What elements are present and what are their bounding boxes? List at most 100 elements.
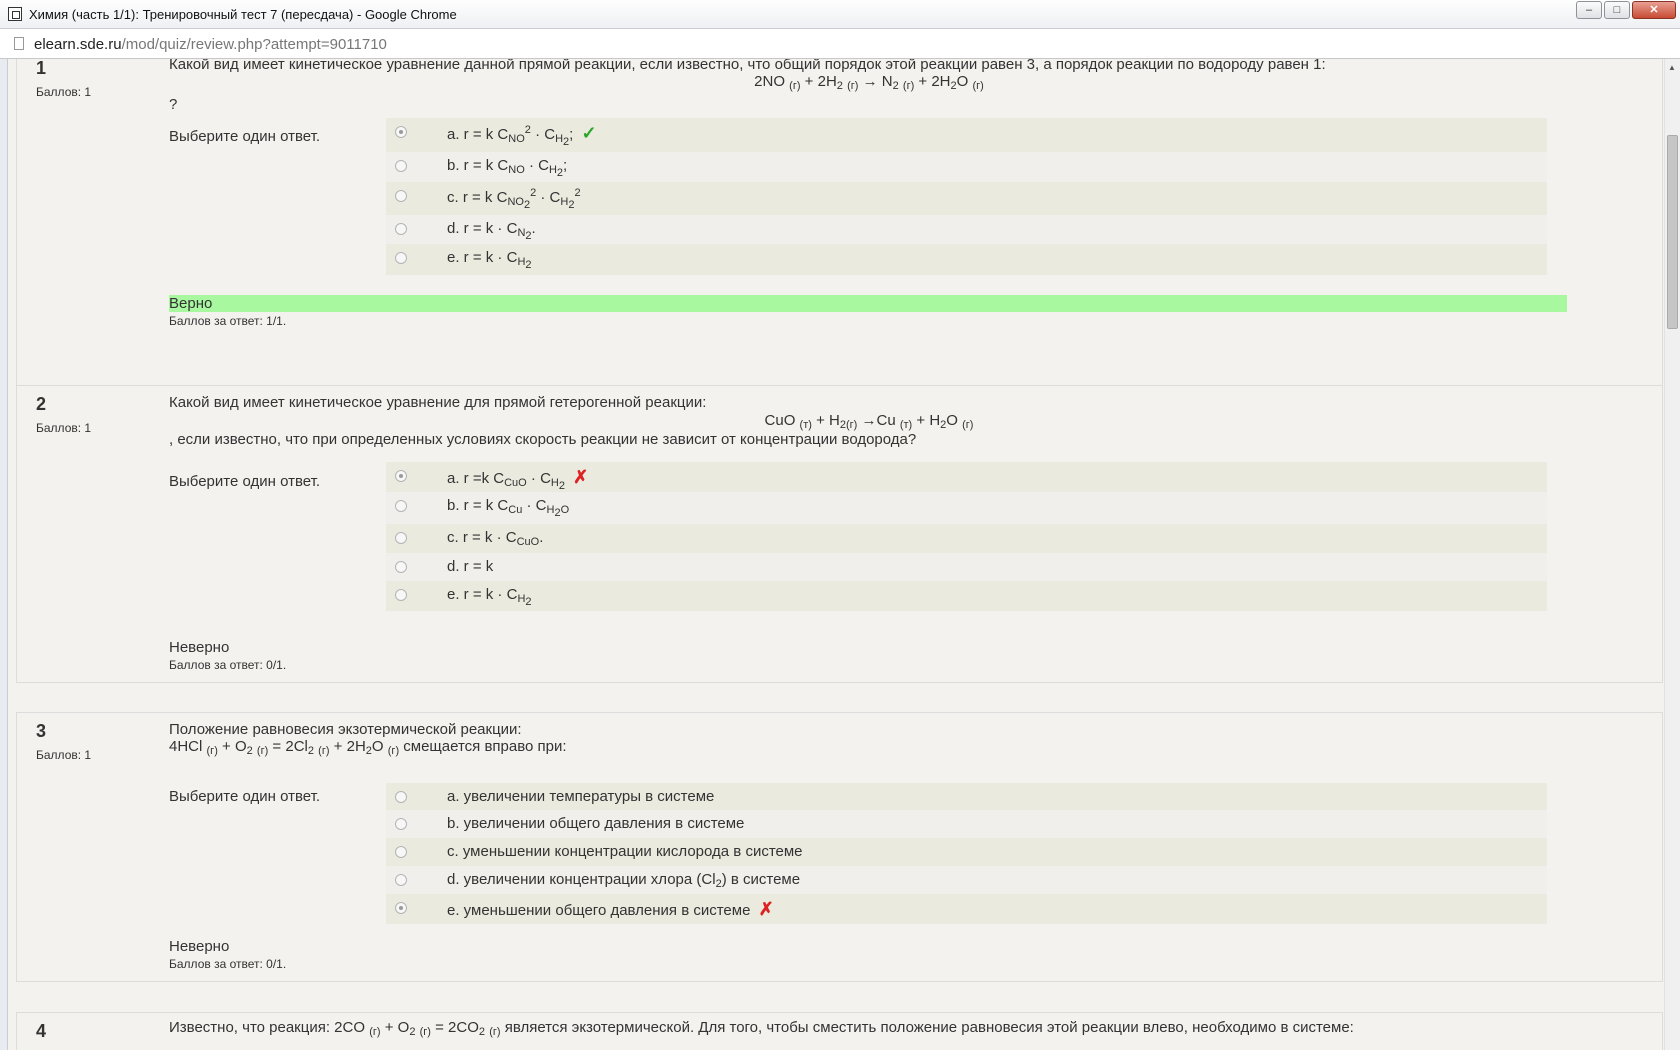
- answer-label: a. r =k CCuO · CH2 ✗: [447, 467, 589, 492]
- answer-label: c. уменьшении концентрации кислорода в с…: [447, 843, 803, 860]
- answer-label: d. увеличении концентрации хлора (Cl2) в…: [447, 871, 801, 890]
- question-number: 4: [36, 1021, 47, 1041]
- reaction-equation: 2NO (г) + 2H2 (г) → N2 (г) + 2H2O (г): [754, 73, 984, 92]
- answer-label-suffix: ) в системе: [721, 871, 801, 888]
- page-icon: [14, 37, 24, 50]
- question-number: 2: [36, 394, 47, 414]
- answer-option-e[interactable]: e. r = k · CH2: [386, 581, 1547, 611]
- answer-label: d. r = k · CN2.: [447, 220, 536, 242]
- answer-option-b[interactable]: b. r = k CCu · CH2O: [386, 492, 1547, 524]
- radio-button[interactable]: [395, 874, 407, 886]
- radio-button[interactable]: [395, 252, 407, 264]
- radio-button[interactable]: [395, 818, 407, 830]
- reaction-suffix: смещается вправо при:: [403, 738, 567, 755]
- answer-label-text: e. уменьшении общего давления в системе: [447, 902, 751, 919]
- url-path: /mod/quiz/review.php?attempt=9011710: [121, 36, 387, 53]
- question-text: Какой вид имеет кинетическое уравнение д…: [169, 394, 1569, 448]
- question-text: Известно, что реакция: 2CO (г) + O2 (г) …: [169, 1019, 1354, 1038]
- answer-label: a. увеличении температуры в системе: [447, 788, 715, 805]
- radio-button[interactable]: [395, 902, 407, 914]
- answer-prompt: Выберите один ответ.: [169, 128, 320, 145]
- answer-label: b. увеличении общего давления в системе: [447, 815, 745, 832]
- radio-button[interactable]: [395, 190, 407, 202]
- radio-button[interactable]: [395, 470, 407, 482]
- url-text[interactable]: elearn.sde.ru/mod/quiz/review.php?attemp…: [34, 36, 387, 53]
- reaction-equation: CuO (т) + H2(г) →Cu (т) + H2O (г): [764, 412, 974, 431]
- answer-option-e[interactable]: e. r = k · CH2: [386, 244, 1547, 275]
- window-left-border: [0, 59, 8, 1050]
- window-title: Химия (часть 1/1): Тренировочный тест 7 …: [29, 7, 457, 22]
- address-bar[interactable]: elearn.sde.ru/mod/quiz/review.php?attemp…: [0, 29, 1680, 59]
- reaction-equation: 4HCl (г) + O2 (г) = 2Cl2 (г) + 2H2O (г) …: [169, 738, 567, 757]
- answer-list: a. r =k CCuO · CH2 ✗ b. r = k CCu · CH2O…: [386, 462, 1547, 611]
- question-grade: Баллов: 1: [36, 748, 92, 762]
- answer-score: Баллов за ответ: 0/1.: [169, 658, 287, 672]
- question-info: 4: [36, 1021, 46, 1042]
- radio-button[interactable]: [395, 126, 407, 138]
- page-content: 1 Баллов: 1 Какой вид имеет кинетическое…: [8, 59, 1664, 1050]
- answer-prompt: Выберите один ответ.: [169, 788, 320, 805]
- window-controls: ‒ □ ✕: [1576, 1, 1676, 19]
- scroll-up-icon[interactable]: ▲: [1668, 63, 1676, 72]
- question-1: 1 Баллов: 1 Какой вид имеет кинетическое…: [16, 59, 1663, 415]
- vertical-scrollbar[interactable]: ▲: [1664, 59, 1680, 1050]
- cross-icon: ✗: [573, 467, 589, 487]
- answer-option-a[interactable]: a. r =k CCuO · CH2 ✗: [386, 462, 1547, 492]
- question-text: Какой вид имеет кинетическое уравнение д…: [169, 59, 1569, 113]
- close-button[interactable]: ✕: [1632, 1, 1676, 19]
- answer-label: d. r = k: [447, 558, 494, 575]
- maximize-button[interactable]: □: [1604, 1, 1630, 19]
- question-info: 2 Баллов: 1: [36, 394, 91, 435]
- window-titlebar: Химия (часть 1/1): Тренировочный тест 7 …: [0, 0, 1680, 29]
- answer-option-a[interactable]: a. r = k CNO2 · CH2; ✓: [386, 118, 1547, 152]
- radio-button[interactable]: [395, 846, 407, 858]
- check-icon: ✓: [581, 123, 597, 143]
- question-text-tail: ?: [169, 96, 178, 113]
- answer-label: b. r = k CNO · CH2;: [447, 157, 568, 179]
- question-text-line: Положение равновесия экзотермической реа…: [169, 721, 522, 738]
- answer-label: a. r = k CNO2 · CH2; ✓: [447, 123, 597, 148]
- answer-option-c[interactable]: c. r = k · CCuO.: [386, 524, 1547, 553]
- answer-list: a. увеличении температуры в системе b. у…: [386, 783, 1547, 924]
- answer-score: Баллов за ответ: 1/1.: [169, 314, 287, 328]
- minimize-button[interactable]: ‒: [1576, 1, 1602, 19]
- url-host: elearn.sde.ru: [34, 36, 122, 53]
- question-info: 3 Баллов: 1: [36, 721, 91, 762]
- question-text: Положение равновесия экзотермической реа…: [169, 721, 1569, 757]
- cross-icon: ✗: [758, 899, 774, 919]
- radio-button[interactable]: [395, 589, 407, 601]
- radio-button[interactable]: [395, 500, 407, 512]
- answer-score: Баллов за ответ: 0/1.: [169, 957, 287, 971]
- answer-option-d[interactable]: d. r = k · CN2.: [386, 215, 1547, 244]
- feedback-correct: Верно: [169, 295, 1567, 312]
- question-2: 2 Баллов: 1 Какой вид имеет кинетическое…: [16, 385, 1663, 683]
- radio-button[interactable]: [395, 561, 407, 573]
- answer-label: c. r = k CNO22 · CH22: [447, 187, 581, 211]
- answer-label: b. r = k CCu · CH2O: [447, 497, 570, 519]
- answer-list: a. r = k CNO2 · CH2; ✓ b. r = k CNO · CH…: [386, 118, 1547, 275]
- radio-button[interactable]: [395, 791, 407, 803]
- radio-button[interactable]: [395, 160, 407, 172]
- question-text-tail: , если известно, что при определенных ус…: [169, 431, 917, 448]
- answer-option-d[interactable]: d. увеличении концентрации хлора (Cl2) в…: [386, 866, 1547, 894]
- answer-option-a[interactable]: a. увеличении температуры в системе: [386, 783, 1547, 810]
- radio-button[interactable]: [395, 223, 407, 235]
- answer-prompt: Выберите один ответ.: [169, 473, 320, 490]
- answer-option-b[interactable]: b. r = k CNO · CH2;: [386, 152, 1547, 182]
- question-number: 1: [36, 59, 47, 78]
- answer-option-c[interactable]: c. уменьшении концентрации кислорода в с…: [386, 838, 1547, 866]
- question-text-line: Какой вид имеет кинетическое уравнение д…: [169, 394, 707, 411]
- question-number: 3: [36, 721, 47, 741]
- answer-option-d[interactable]: d. r = k: [386, 553, 1547, 581]
- app-icon: [8, 7, 22, 21]
- radio-button[interactable]: [395, 532, 407, 544]
- answer-option-e[interactable]: e. уменьшении общего давления в системе …: [386, 894, 1547, 924]
- answer-option-c[interactable]: c. r = k CNO22 · CH22: [386, 182, 1547, 215]
- answer-label: e. уменьшении общего давления в системе …: [447, 899, 774, 920]
- answer-option-b[interactable]: b. увеличении общего давления в системе: [386, 810, 1547, 838]
- scroll-thumb[interactable]: [1667, 135, 1678, 329]
- question-3: 3 Баллов: 1 Положение равновесия экзотер…: [16, 712, 1663, 982]
- question-grade: Баллов: 1: [36, 85, 92, 99]
- question-text-suffix: является экзотермической. Для того, чтоб…: [504, 1019, 1354, 1036]
- feedback-incorrect: Неверно: [169, 639, 230, 656]
